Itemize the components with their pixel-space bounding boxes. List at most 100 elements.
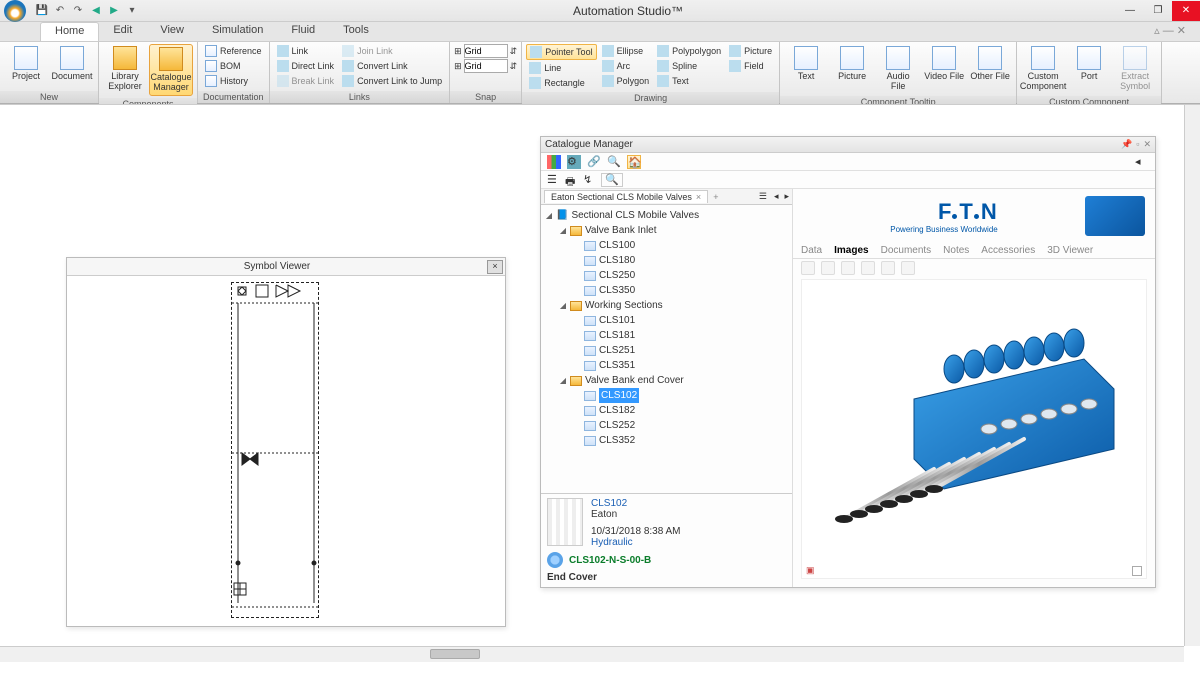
link-button[interactable]: Link xyxy=(274,44,338,58)
tree-group-valve-bank-inlet[interactable]: ◢ Valve Bank Inlet xyxy=(545,223,788,238)
catalogue-list-icon[interactable]: ☰ xyxy=(755,191,771,202)
document-button[interactable]: Document xyxy=(50,44,94,84)
tab-tools[interactable]: Tools xyxy=(329,22,383,41)
qat-redo-icon[interactable]: ↷ xyxy=(70,3,86,19)
field-button[interactable]: Field xyxy=(726,59,775,73)
library-explorer-button[interactable]: Library Explorer xyxy=(103,44,147,94)
symbol-viewer-close-icon[interactable]: × xyxy=(487,260,503,274)
tree-item-cls180[interactable]: CLS180 xyxy=(545,253,788,268)
tree-group-working-sections[interactable]: ◢ Working Sections xyxy=(545,298,788,313)
catalogue-close-icon[interactable]: ✕ xyxy=(1143,139,1151,150)
img-tool-1[interactable] xyxy=(801,261,815,275)
toolbar-search-icon[interactable]: 🔍 xyxy=(607,155,621,169)
other-file-button[interactable]: Other File xyxy=(968,44,1012,84)
join-link-button[interactable]: Join Link xyxy=(339,44,445,58)
search-input[interactable]: 🔍 xyxy=(601,173,623,187)
info-category[interactable]: Hydraulic xyxy=(591,537,681,548)
snap-stepper-icon[interactable]: ⇵ xyxy=(510,61,518,72)
qat-prev-icon[interactable]: ◀ xyxy=(88,3,104,19)
catalogue-tab-add-icon[interactable]: + xyxy=(708,192,723,202)
direct-link-button[interactable]: Direct Link xyxy=(274,59,338,73)
img-tool-4[interactable] xyxy=(861,261,875,275)
close-button[interactable]: ✕ xyxy=(1172,1,1200,21)
tree-item-cls250[interactable]: CLS250 xyxy=(545,268,788,283)
reference-button[interactable]: Reference xyxy=(202,44,265,58)
toolbar-link-icon[interactable]: 🔗 xyxy=(587,155,601,169)
img-tool-2[interactable] xyxy=(821,261,835,275)
image-resize-handle[interactable] xyxy=(1132,566,1142,576)
polygon-button[interactable]: Polygon xyxy=(599,74,653,88)
tab-fluid[interactable]: Fluid xyxy=(277,22,329,41)
img-tool-5[interactable] xyxy=(881,261,895,275)
minimize-button[interactable]: — xyxy=(1116,1,1144,21)
snap-input[interactable] xyxy=(464,44,508,58)
video-file-button[interactable]: Video File xyxy=(922,44,966,84)
horizontal-scrollbar[interactable] xyxy=(0,646,1184,662)
qat-next-icon[interactable]: ▶ xyxy=(106,3,122,19)
tree-item-cls101[interactable]: CLS101 xyxy=(545,313,788,328)
project-button[interactable]: Project xyxy=(4,44,48,84)
text-button[interactable]: Text xyxy=(784,44,828,84)
tree-item-cls102[interactable]: CLS102 xyxy=(545,388,788,403)
tab-view[interactable]: View xyxy=(146,22,198,41)
tree-item-cls181[interactable]: CLS181 xyxy=(545,328,788,343)
port-button[interactable]: Port xyxy=(1067,44,1111,84)
qat-dropdown-icon[interactable]: ▾ xyxy=(124,3,140,19)
rectangle-button[interactable]: Rectangle xyxy=(526,76,596,90)
detail-tab-documents[interactable]: Documents xyxy=(881,245,932,256)
catalogue-tree[interactable]: ◢📘 Sectional CLS Mobile Valves◢ Valve Ba… xyxy=(541,205,792,493)
text-button[interactable]: Text xyxy=(654,74,724,88)
img-tool-3[interactable] xyxy=(841,261,855,275)
tree-item-cls252[interactable]: CLS252 xyxy=(545,418,788,433)
tab-simulation[interactable]: Simulation xyxy=(198,22,277,41)
snap-input[interactable] xyxy=(464,59,508,73)
snap-grid-icon[interactable]: ⊞ xyxy=(454,61,462,72)
catalogue-nav-prev-icon[interactable]: ◂ xyxy=(771,191,782,202)
detail-tab-images[interactable]: Images xyxy=(834,245,868,256)
tree-item-cls100[interactable]: CLS100 xyxy=(545,238,788,253)
qat-save-icon[interactable]: 💾 xyxy=(34,3,50,19)
pointer-tool-button[interactable]: Pointer Tool xyxy=(526,44,596,60)
product-image-zone[interactable]: ▣ xyxy=(801,279,1147,579)
tree-item-cls351[interactable]: CLS351 xyxy=(545,358,788,373)
convert-link-to-jump-button[interactable]: Convert Link to Jump xyxy=(339,74,445,88)
detail-tab-accessories[interactable]: Accessories xyxy=(981,245,1035,256)
toolbar-config-icon[interactable]: ⚙ xyxy=(567,155,581,169)
img-tool-6[interactable] xyxy=(901,261,915,275)
arc-button[interactable]: Arc xyxy=(599,59,653,73)
tb2-sync-icon[interactable]: ↯ xyxy=(583,173,597,187)
line-button[interactable]: Line xyxy=(526,61,596,75)
tree-root[interactable]: ◢📘 Sectional CLS Mobile Valves xyxy=(545,208,788,223)
catalogue-nav-next-icon[interactable]: ▸ xyxy=(781,191,792,202)
tree-item-cls251[interactable]: CLS251 xyxy=(545,343,788,358)
detail-tab-notes[interactable]: Notes xyxy=(943,245,969,256)
detail-tab-3d-viewer[interactable]: 3D Viewer xyxy=(1047,245,1093,256)
toolbar-home-icon[interactable]: 🏠 xyxy=(627,155,641,169)
bom-button[interactable]: BOM xyxy=(202,59,265,73)
custom-component-button[interactable]: Custom Component xyxy=(1021,44,1065,94)
history-button[interactable]: History xyxy=(202,74,265,88)
ribbon-collapse-icon[interactable]: ▵ — ✕ xyxy=(1140,22,1200,41)
polypolygon-button[interactable]: Polypolygon xyxy=(654,44,724,58)
detail-tab-data[interactable]: Data xyxy=(801,245,822,256)
picture-button[interactable]: Picture xyxy=(726,44,775,58)
tb2-tree-icon[interactable]: ☰ xyxy=(547,173,561,187)
catalogue-manager-button[interactable]: Catalogue Manager xyxy=(149,44,193,96)
symbol-viewer-body[interactable] xyxy=(67,276,505,626)
maximize-button[interactable]: ❐ xyxy=(1144,1,1172,21)
h-scroll-thumb[interactable] xyxy=(430,649,480,659)
tree-item-cls350[interactable]: CLS350 xyxy=(545,283,788,298)
symbol-viewer-header[interactable]: Symbol Viewer × xyxy=(67,258,505,276)
spline-button[interactable]: Spline xyxy=(654,59,724,73)
tree-item-cls352[interactable]: CLS352 xyxy=(545,433,788,448)
catalogue-pin-icon[interactable]: 📌 xyxy=(1121,139,1132,150)
qat-undo-icon[interactable]: ↶ xyxy=(52,3,68,19)
vertical-scrollbar[interactable] xyxy=(1184,105,1200,646)
break-link-button[interactable]: Break Link xyxy=(274,74,338,88)
catalogue-tab[interactable]: Eaton Sectional CLS Mobile Valves × xyxy=(544,190,708,203)
snap-stepper-icon[interactable]: ⇵ xyxy=(510,46,518,57)
toolbar-back-icon[interactable]: ◂ xyxy=(1135,155,1149,169)
snap-grid-icon[interactable]: ⊞ xyxy=(454,46,462,57)
catalogue-header[interactable]: Catalogue Manager 📌 ▫ ✕ xyxy=(541,137,1155,153)
tb2-print-icon[interactable]: 🖶 xyxy=(565,173,579,187)
